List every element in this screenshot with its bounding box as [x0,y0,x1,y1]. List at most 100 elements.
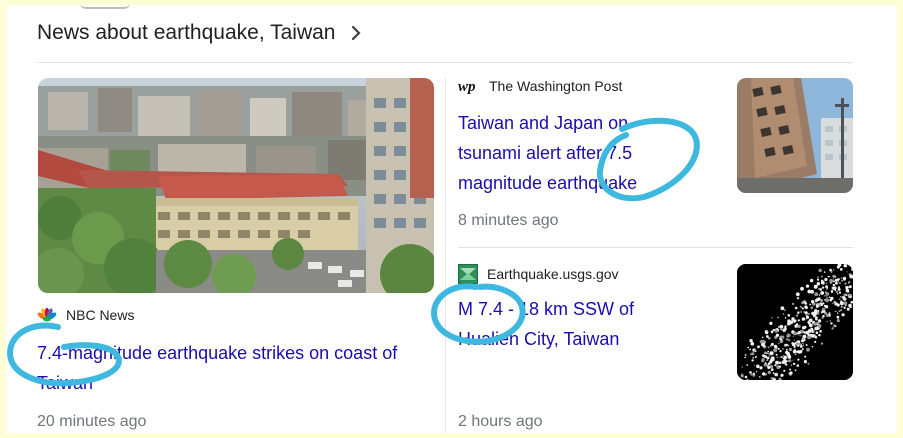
seismic-dot [796,323,799,326]
seismic-dot [804,302,808,305]
seismic-dot [825,292,830,296]
seismic-dot [803,311,805,313]
seismic-dot [788,339,791,342]
seismic-dot [752,372,755,375]
seismic-dot [804,311,808,315]
seismic-dot [794,319,797,322]
seismic-dot [793,331,797,336]
article-1-headline-link[interactable]: 7.4-magnitude earthquake strikes on coas… [37,338,437,398]
seismic-dot [770,342,774,346]
column-divider [445,78,446,433]
seismic-dot [786,334,790,338]
seismic-dot [826,320,828,323]
seismic-dot [784,309,786,312]
seismic-dot [829,268,832,272]
seismic-dot [837,287,841,291]
seismic-dot [805,344,808,346]
seismic-dot [797,344,800,347]
seismic-dot [788,347,793,352]
article-3-source[interactable]: Earthquake.usgs.gov [458,264,619,284]
seismic-dot [797,319,800,322]
seismic-dot [783,355,787,360]
seismic-dot [826,296,828,299]
seismic-dot [848,303,852,308]
seismic-dot [747,346,750,349]
seismic-dot [819,335,821,337]
seismic-dot [839,301,844,306]
seismic-dot [791,342,796,347]
seismic-dot [836,319,840,323]
seismic-dot [782,328,786,332]
article-2-headline-link[interactable]: Taiwan and Japan on tsunami alert after … [458,108,688,198]
seismic-dot [807,329,812,333]
article-3-thumbnail[interactable] [737,264,853,380]
article-1-image[interactable] [38,78,434,293]
washington-post-logo-icon: wp [458,79,476,94]
seismic-dot [814,340,817,343]
seismic-dot [771,317,773,319]
seismic-dot [751,359,754,362]
seismic-dot [841,313,845,317]
seismic-dot [780,306,785,311]
seismic-dot [750,352,753,356]
seismic-dot [773,344,778,349]
seismic-dot [837,312,839,314]
seismic-dot [803,325,807,329]
seismic-dot [818,268,822,273]
seismic-dot [787,314,791,317]
seismic-dot [755,371,758,373]
section-header[interactable]: News about earthquake, Taiwan [37,18,365,48]
seismic-dot [838,310,841,313]
seismic-dot [818,294,821,296]
seismic-dot [814,335,818,339]
seismic-dot [818,287,821,291]
seismic-dot [797,358,800,361]
seismic-dot [815,331,819,334]
seismic-dot [793,345,796,348]
aerial-city-photo [38,78,434,293]
seismic-dot [820,342,824,345]
article-3-headline-link[interactable]: M 7.4 - 18 km SSW of Hualien City, Taiwa… [458,294,698,354]
seismic-dot [796,364,800,367]
seismic-dot [792,359,794,361]
seismic-dot [774,329,778,333]
seismic-dot [775,333,779,337]
seismic-dot [847,291,849,294]
seismic-dot [769,321,773,325]
seismic-dot [828,296,831,299]
seismic-dot [843,301,848,305]
seismic-dot [787,344,790,347]
source-name: Earthquake.usgs.gov [487,266,619,282]
seismic-dot [749,348,751,351]
article-2-thumbnail[interactable] [737,78,853,193]
seismic-dot [840,300,842,302]
seismic-dot [823,271,826,273]
seismic-dot [799,345,803,348]
seismic-dot [809,278,814,283]
seismic-dot [767,350,770,353]
seismic-dot [766,356,770,360]
seismic-dot [762,336,764,339]
seismic-dot [814,326,818,331]
article-divider [458,247,853,248]
seismic-dot [804,355,807,358]
previous-section-remnant [80,5,130,9]
seismic-dot [767,370,771,375]
seismic-dot [843,293,847,297]
article-1-source[interactable]: NBC News [37,307,134,323]
seismic-dot [779,335,782,338]
seismic-dot [829,278,834,283]
seismic-dot [835,281,838,285]
seismic-dot [780,338,783,341]
seismic-dot [830,296,834,301]
seismic-dot [770,368,774,371]
article-2-source[interactable]: wp The Washington Post [458,78,622,94]
tilted-building-photo [737,78,853,193]
seismic-dot [841,277,843,279]
seismic-dot [778,342,780,345]
seismic-dot [749,339,753,343]
seismic-dot [848,293,852,297]
seismic-dot [791,302,795,306]
seismic-dot [814,292,819,297]
seismic-dot [802,334,807,339]
